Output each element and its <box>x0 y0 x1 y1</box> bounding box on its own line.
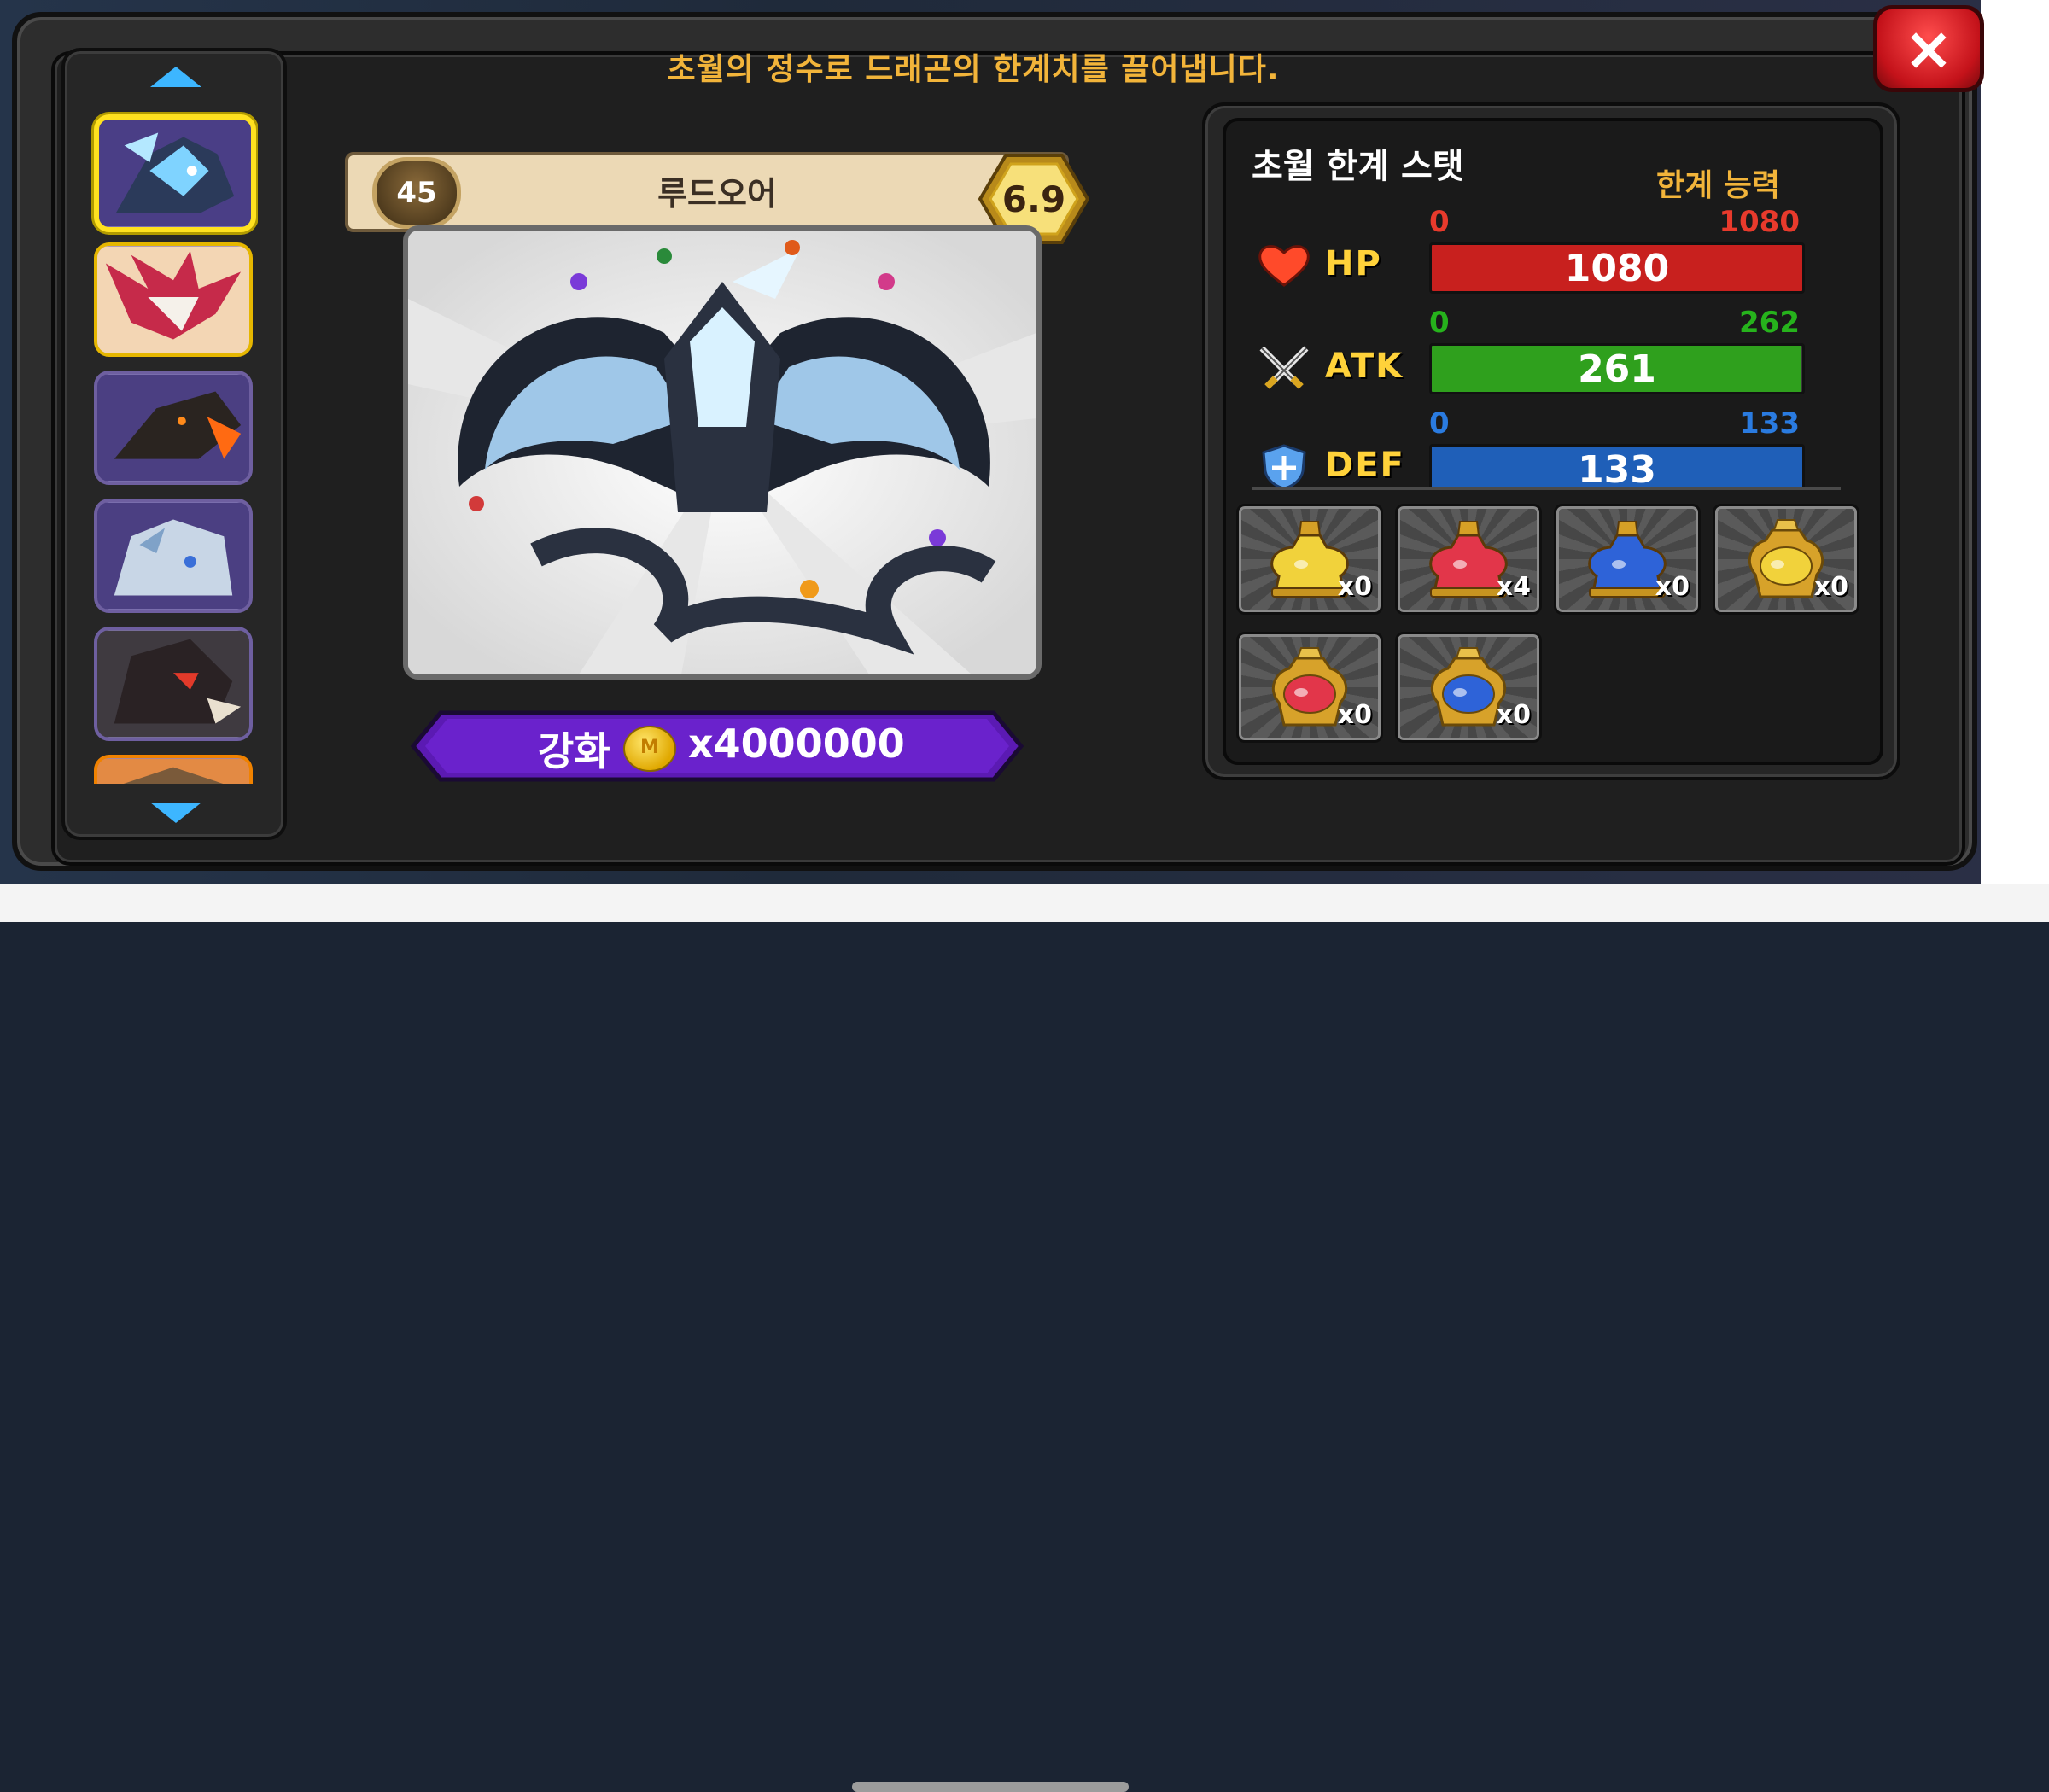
dragon-thumbnail-blue-crystal-icon <box>99 120 251 227</box>
potion-slot-gold-blue-urn[interactable]: x0 <box>1395 632 1542 743</box>
shield-icon <box>1262 444 1306 487</box>
dragon-slot-6[interactable] <box>94 755 253 784</box>
dragon-slot-2[interactable] <box>94 242 253 357</box>
potion-slot-yellow-potion[interactable]: x0 <box>1236 504 1383 615</box>
dragon-slot-4[interactable] <box>94 499 253 613</box>
coin-icon: M <box>623 726 676 772</box>
level-badge: 45 <box>372 157 461 229</box>
def-label: DEF <box>1325 446 1405 485</box>
dragon-slot-list <box>90 109 258 784</box>
stat-rows-viewport[interactable]: 0 1080 HP 1080 0 262 ATK 261 0 133 DEF 1… <box>1246 205 1844 487</box>
dragon-thumbnail-orange-icon <box>97 758 249 784</box>
potion-slot-gold-yellow-urn[interactable]: x0 <box>1713 504 1859 615</box>
dragon-slot-5[interactable] <box>94 627 253 741</box>
potion-count: x0 <box>1655 572 1690 602</box>
atk-min: 0 <box>1429 306 1450 340</box>
def-min: 0 <box>1429 406 1450 441</box>
close-button[interactable]: × <box>1873 5 1984 92</box>
heart-icon <box>1258 245 1310 287</box>
dragon-thumbnail-red-pink-icon <box>97 246 249 353</box>
dragon-name: 루드오어 <box>657 175 777 213</box>
dragon-list-sidebar <box>61 48 287 840</box>
dragon-thumbnail-dark-red-icon <box>97 630 249 738</box>
atk-max: 262 <box>1739 306 1800 340</box>
potion-count: x0 <box>1337 700 1372 730</box>
upgrade-button[interactable]: 강화 M x4000000 <box>410 710 1024 782</box>
system-nav-bar <box>0 884 2049 1792</box>
limit-ability-title: 한계 능력 <box>1656 168 1781 203</box>
stats-title: 초월 한계 스탯 <box>1252 147 1464 186</box>
dragon-thumbnail-steel-white-icon <box>97 502 249 610</box>
potion-slot-gold-red-urn[interactable]: x0 <box>1236 632 1383 743</box>
hp-label: HP <box>1325 244 1382 283</box>
home-gesture-pill[interactable] <box>852 1782 1129 1792</box>
def-max: 133 <box>1739 406 1800 441</box>
scroll-down-arrow-icon[interactable] <box>150 803 201 823</box>
potion-count: x0 <box>1813 572 1848 602</box>
hp-max: 1080 <box>1719 205 1800 239</box>
stats-divider <box>1252 487 1841 490</box>
potion-count: x0 <box>1496 700 1531 730</box>
dragon-slot-3[interactable] <box>94 371 253 485</box>
close-icon: × <box>1903 14 1954 84</box>
header-message: 초월의 정수로 드래곤의 한계치를 끌어냅니다. <box>667 52 1280 87</box>
atk-bar: 261 <box>1429 343 1805 394</box>
level-value: 45 <box>396 176 437 210</box>
screen-edge <box>1981 0 2049 884</box>
dragon-slot-1[interactable] <box>94 114 256 232</box>
def-bar: 133 <box>1429 444 1805 487</box>
potion-slot-red-potion[interactable]: x4 <box>1395 504 1542 615</box>
rating-value: 6.9 <box>1001 178 1066 220</box>
dragon-thumbnail-dark-orange-icon <box>97 374 249 482</box>
hp-min: 0 <box>1429 205 1450 239</box>
potion-slot-blue-potion[interactable]: x0 <box>1554 504 1701 615</box>
dragon-illustration-icon <box>408 231 1036 674</box>
hp-bar: 1080 <box>1429 242 1805 294</box>
crossed-swords-icon <box>1259 346 1309 389</box>
upgrade-cost: x4000000 <box>688 721 905 767</box>
upgrade-label: 강화 <box>538 728 610 774</box>
atk-label: ATK <box>1325 347 1404 386</box>
potion-count: x0 <box>1337 572 1372 602</box>
scroll-up-arrow-icon[interactable] <box>150 67 201 87</box>
potion-count: x4 <box>1496 572 1531 602</box>
dragon-portrait <box>403 225 1042 680</box>
